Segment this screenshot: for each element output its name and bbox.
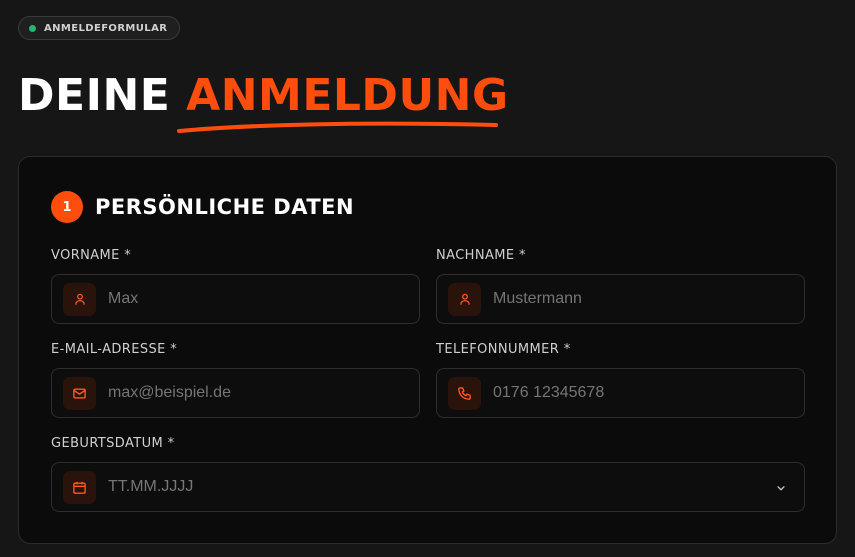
form-badge: ANMELDEFORMULAR (18, 16, 181, 40)
phone-input-box[interactable] (436, 368, 805, 418)
step-number: 1 (51, 191, 83, 223)
last-name-input[interactable] (493, 290, 733, 308)
page-title: DEINE ANMELDUNG (18, 68, 509, 124)
badge-label: ANMELDEFORMULAR (44, 22, 168, 34)
section-header: 1 PERSÖNLICHE DATEN (51, 191, 354, 223)
user-icon (448, 282, 481, 316)
user-icon (63, 282, 96, 316)
email-field: E-MAIL-ADRESSE * (51, 341, 420, 418)
phone-input[interactable] (493, 384, 733, 402)
birthdate-field: GEBURTSDATUM * (51, 435, 805, 512)
mail-icon (63, 376, 96, 410)
email-label: E-MAIL-ADRESSE * (51, 342, 178, 357)
birthdate-input-box[interactable] (51, 462, 805, 512)
email-input[interactable] (108, 384, 348, 402)
birthdate-input[interactable] (108, 478, 348, 496)
first-name-label: VORNAME * (51, 248, 132, 263)
last-name-field: NACHNAME * (436, 247, 805, 324)
calendar-icon (63, 470, 96, 504)
personal-data-card: 1 PERSÖNLICHE DATEN VORNAME * NACHNAME *… (18, 156, 837, 544)
chevron-down-icon[interactable] (774, 480, 788, 499)
last-name-input-box[interactable] (436, 274, 805, 324)
phone-icon (448, 376, 481, 410)
title-plain: DEINE (18, 70, 171, 121)
title-underline-decoration (177, 121, 498, 133)
first-name-field: VORNAME * (51, 247, 420, 324)
phone-label: TELEFONNUMMER * (436, 342, 571, 357)
title-accent: ANMELDUNG (186, 70, 509, 121)
birthdate-label: GEBURTSDATUM * (51, 436, 175, 451)
phone-field: TELEFONNUMMER * (436, 341, 805, 418)
first-name-input[interactable] (108, 290, 348, 308)
status-dot (29, 24, 36, 32)
email-input-box[interactable] (51, 368, 420, 418)
section-title: PERSÖNLICHE DATEN (95, 195, 355, 219)
last-name-label: NACHNAME * (436, 248, 526, 263)
first-name-input-box[interactable] (51, 274, 420, 324)
